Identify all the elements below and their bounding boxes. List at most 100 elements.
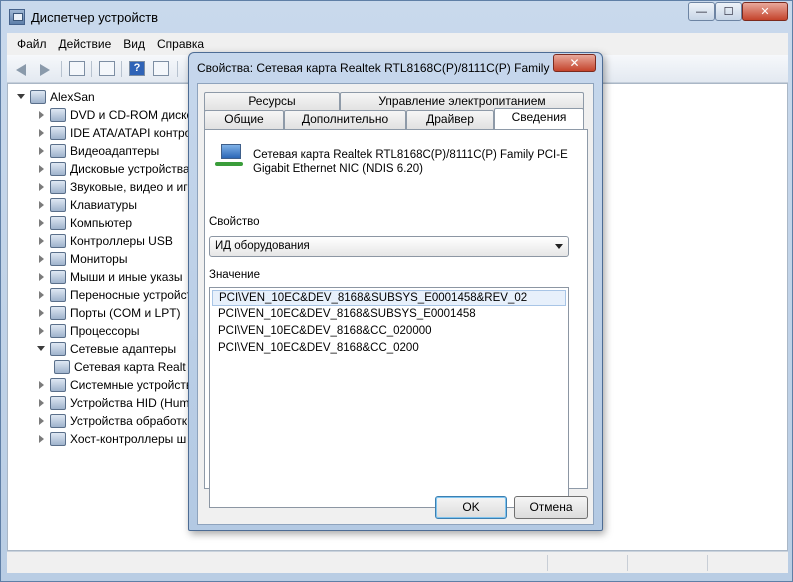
tree-category-item[interactable]: Устройства обработк [36, 412, 187, 430]
property-select[interactable]: ИД оборудования [209, 236, 569, 257]
menu-view[interactable]: Вид [117, 37, 151, 51]
tab-resources[interactable]: Ресурсы [204, 92, 340, 111]
tree-item-label: IDE ATA/ATAPI контро [70, 126, 192, 140]
tree-category-item[interactable]: Контроллеры USB [36, 232, 173, 250]
show-hide-console-tree-icon[interactable] [69, 61, 85, 76]
device-name: Сетевая карта Realtek RTL8168C(P)/8111C(… [253, 149, 568, 175]
expand-icon[interactable] [36, 326, 46, 336]
device-category-icon [50, 324, 66, 338]
device-category-icon [50, 108, 66, 122]
device-category-icon [50, 432, 66, 446]
toolbar-separator [91, 61, 92, 77]
expand-icon[interactable] [36, 290, 46, 300]
tree-category-item[interactable]: IDE ATA/ATAPI контро [36, 124, 191, 142]
expand-icon[interactable] [36, 380, 46, 390]
list-item[interactable]: PCI\VEN_10EC&DEV_8168&CC_0200 [212, 341, 566, 357]
tree-item-label: Контроллеры USB [70, 234, 173, 248]
menu-action[interactable]: Действие [53, 37, 118, 51]
tree-category-item[interactable]: Звуковые, видео и игр [36, 178, 194, 196]
properties-dialog: Свойства: Сетевая карта Realtek RTL8168C… [188, 52, 603, 531]
tree-item-label: Системные устройств [70, 378, 193, 392]
dialog-body: Ресурсы Управление электропитанием Общие… [197, 83, 594, 525]
tree-item-label: Сетевая карта Realt [74, 360, 186, 374]
tree-item-label: Звуковые, видео и игр [70, 180, 195, 194]
tree-item-label: Видеоадаптеры [70, 144, 160, 158]
expand-icon[interactable] [36, 434, 46, 444]
expand-icon[interactable] [36, 272, 46, 282]
tree-category-item[interactable]: Компьютер [36, 214, 132, 232]
expand-icon[interactable] [36, 398, 46, 408]
device-category-icon [50, 216, 66, 230]
tree-item-label: Мониторы [70, 252, 128, 266]
collapse-icon[interactable] [36, 344, 46, 354]
forward-button[interactable] [35, 60, 53, 78]
cancel-button[interactable]: Отмена [514, 496, 588, 519]
list-item[interactable]: PCI\VEN_10EC&DEV_8168&CC_020000 [212, 324, 566, 340]
help-icon[interactable]: ? [129, 61, 145, 76]
tree-category-item[interactable]: Устройства HID (Hum [36, 394, 189, 412]
tree-category-item[interactable]: Клавиатуры [36, 196, 137, 214]
expand-icon[interactable] [36, 254, 46, 264]
tree-category-item[interactable]: Видеоадаптеры [36, 142, 159, 160]
expand-icon[interactable] [16, 92, 26, 102]
expand-icon[interactable] [36, 128, 46, 138]
expand-icon[interactable] [36, 416, 46, 426]
expand-icon[interactable] [36, 146, 46, 156]
expand-icon[interactable] [36, 236, 46, 246]
value-list[interactable]: PCI\VEN_10EC&DEV_8168&SUBSYS_E0001458&RE… [209, 287, 569, 508]
tree-category-item[interactable]: Мониторы [36, 250, 127, 268]
device-category-icon [50, 234, 66, 248]
tab-advanced[interactable]: Дополнительно [284, 110, 406, 129]
tree-category-item[interactable]: DVD и CD-ROM дисково [36, 106, 206, 124]
tab-details[interactable]: Сведения [494, 108, 584, 129]
device-category-icon [50, 162, 66, 176]
toolbar-separator [121, 61, 122, 77]
ok-button[interactable]: OK [435, 496, 507, 519]
expand-icon[interactable] [36, 182, 46, 192]
tree-category-item[interactable]: Процессоры [36, 322, 140, 340]
dialog-close-button[interactable]: ✕ [553, 54, 596, 72]
minimize-button[interactable]: — [688, 2, 715, 21]
tree-item-label: DVD и CD-ROM дисково [70, 108, 207, 122]
list-item[interactable]: PCI\VEN_10EC&DEV_8168&SUBSYS_E0001458 [212, 307, 566, 323]
back-button[interactable] [13, 60, 31, 78]
window-title: Диспетчер устройств [31, 10, 159, 25]
window-controls: — ☐ ✕ [688, 2, 788, 21]
tree-category-item[interactable]: Дисковые устройства [36, 160, 190, 178]
device-category-icon [50, 180, 66, 194]
details-panel: Сетевая карта Realtek RTL8168C(P)/8111C(… [204, 129, 588, 508]
device-category-icon [50, 396, 66, 410]
device-category-icon [50, 306, 66, 320]
tree-category-item[interactable]: Хост-контроллеры ш [36, 430, 186, 448]
expand-icon[interactable] [36, 200, 46, 210]
computer-icon [30, 90, 46, 104]
tree-item-label: Хост-контроллеры ш [70, 432, 187, 446]
tree-category-item[interactable]: Порты (COM и LPT) [36, 304, 181, 322]
expand-icon[interactable] [36, 308, 46, 318]
device-manager-icon [9, 9, 25, 25]
tab-general[interactable]: Общие [204, 110, 284, 129]
tab-driver[interactable]: Драйвер [406, 110, 494, 129]
list-item[interactable]: PCI\VEN_10EC&DEV_8168&SUBSYS_E0001458&RE… [212, 290, 566, 306]
close-button[interactable]: ✕ [742, 2, 788, 21]
status-cell [547, 555, 627, 571]
tree-item-label: Устройства обработк [70, 414, 188, 428]
scan-hardware-icon[interactable] [153, 61, 169, 76]
properties-icon[interactable] [99, 61, 115, 76]
tree-category-item[interactable]: Мыши и иные указы [36, 268, 182, 286]
toolbar-separator [177, 61, 178, 77]
device-category-icon [50, 252, 66, 266]
expand-icon[interactable] [36, 110, 46, 120]
menu-help[interactable]: Справка [151, 37, 210, 51]
tree-device-item[interactable]: Сетевая карта Realt [54, 358, 186, 376]
maximize-button[interactable]: ☐ [715, 2, 742, 21]
tree-category-item[interactable]: Переносные устройст [36, 286, 192, 304]
tree-category-item[interactable]: Сетевые адаптеры [36, 340, 176, 358]
menu-file[interactable]: Файл [11, 37, 53, 51]
status-cell [627, 555, 707, 571]
expand-icon[interactable] [36, 164, 46, 174]
tree-root[interactable]: AlexSan [16, 88, 95, 106]
expand-icon[interactable] [36, 218, 46, 228]
property-select-value: ИД оборудования [215, 240, 310, 252]
tree-category-item[interactable]: Системные устройств [36, 376, 192, 394]
